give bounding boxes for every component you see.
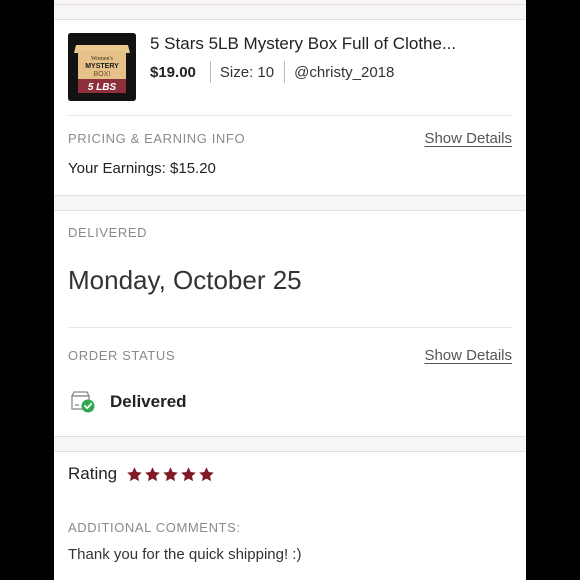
star-icon — [181, 466, 196, 481]
comments-section-label: ADDITIONAL COMMENTS: — [68, 520, 241, 535]
product-size: Size: 10 — [219, 63, 275, 81]
mystery-box-image: Women's MYSTERY BOX! 5 LBS — [68, 33, 136, 101]
order-status-section-label: ORDER STATUS — [68, 348, 176, 363]
star-icon — [145, 466, 160, 481]
delivery-date: Monday, October 25 — [68, 265, 302, 295]
order-status-show-details-link[interactable]: Show Details — [424, 347, 512, 364]
meta-divider — [284, 61, 286, 83]
divider — [54, 19, 526, 20]
pricing-show-details-link[interactable]: Show Details — [424, 130, 512, 147]
divider — [54, 451, 526, 452]
pricing-section-label: PRICING & EARNING INFO — [68, 131, 246, 146]
order-status-text: Delivered — [110, 392, 187, 411]
star-icon — [127, 466, 142, 481]
thumb-line-4: 5 LBS — [88, 82, 117, 93]
product-price: $19.00 — [150, 63, 196, 81]
divider — [54, 4, 526, 5]
rating-stars — [126, 466, 216, 483]
thumb-line-2: MYSTERY — [85, 63, 119, 70]
product-title[interactable]: 5 Stars 5LB Mystery Box Full of Clothe..… — [150, 34, 456, 54]
rating-row: Rating — [68, 464, 216, 484]
divider — [54, 210, 526, 211]
divider — [68, 115, 512, 116]
rating-label: Rating — [68, 464, 118, 483]
comment-text: Thank you for the quick shipping! :) — [68, 546, 302, 563]
your-earnings: Your Earnings: $15.20 — [68, 160, 216, 177]
divider — [68, 327, 512, 328]
star-icon — [163, 466, 178, 481]
order-status-row: Delivered — [70, 390, 187, 414]
order-details-screen: Women's MYSTERY BOX! 5 LBS 5 Stars 5LB M… — [54, 0, 526, 580]
product-meta: $19.00 Size: 10 @christy_2018 — [150, 61, 394, 83]
divider — [54, 195, 526, 196]
thumb-line-3: BOX! — [94, 71, 111, 78]
thumb-line-1: Women's — [91, 56, 114, 62]
delivered-section-label: DELIVERED — [68, 225, 148, 240]
star-icon — [199, 466, 214, 481]
meta-divider — [209, 61, 211, 83]
seller-username[interactable]: @christy_2018 — [294, 64, 394, 81]
divider — [54, 436, 526, 437]
product-thumbnail[interactable]: Women's MYSTERY BOX! 5 LBS — [68, 33, 136, 101]
delivered-box-icon — [70, 391, 95, 413]
